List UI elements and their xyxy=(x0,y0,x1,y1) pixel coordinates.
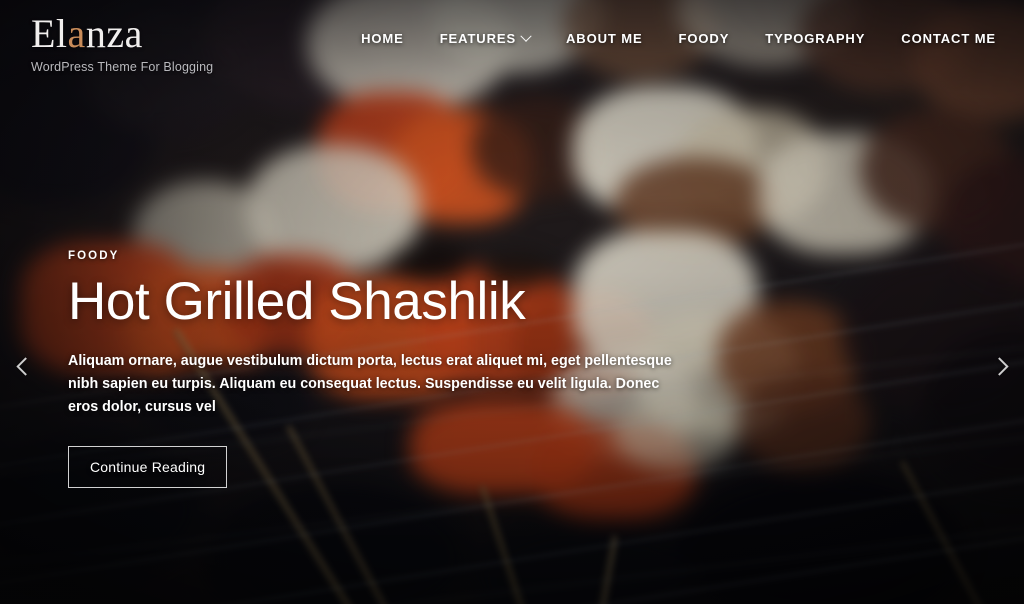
nav-item-home[interactable]: HOME xyxy=(343,31,422,46)
continue-reading-button[interactable]: Continue Reading xyxy=(68,445,228,488)
slide-content: FOODY Hot Grilled Shashlik Aliquam ornar… xyxy=(68,250,708,488)
logo-part-2: nza xyxy=(85,11,143,56)
site-logo[interactable]: Elanza xyxy=(31,14,213,54)
chevron-down-icon xyxy=(520,30,532,42)
nav-item-label: ABOUT ME xyxy=(566,31,643,46)
slide-excerpt: Aliquam ornare, augue vestibulum dictum … xyxy=(68,353,672,416)
chevron-right-icon xyxy=(989,356,1009,376)
slider-next-button[interactable] xyxy=(984,349,1018,383)
nav-item-about-me[interactable]: ABOUT ME xyxy=(548,31,661,46)
hero-slider: Elanza WordPress Theme For Blogging HOME… xyxy=(0,0,1024,604)
main-navigation: HOME FEATURES ABOUT ME FOODY TYPOGRAPHY CONTA… xyxy=(343,30,996,46)
nav-item-foody[interactable]: FOODY xyxy=(661,31,748,46)
nav-item-label: FEATURES xyxy=(439,31,517,46)
nav-item-features[interactable]: FEATURES xyxy=(422,30,548,46)
nav-item-label: HOME xyxy=(361,31,404,46)
nav-item-contact-me[interactable]: CONTACT ME xyxy=(883,31,996,46)
logo-part-1: El xyxy=(31,11,68,56)
logo-accent-letter: a xyxy=(67,11,86,56)
nav-item-label: CONTACT ME xyxy=(901,31,996,46)
slider-prev-button[interactable] xyxy=(6,349,40,383)
nav-item-label: FOODY xyxy=(678,31,730,46)
brand[interactable]: Elanza WordPress Theme For Blogging xyxy=(31,14,214,75)
site-tagline: WordPress Theme For Blogging xyxy=(31,60,214,74)
site-header: Elanza WordPress Theme For Blogging HOME… xyxy=(0,0,1024,84)
nav-item-typography[interactable]: TYPOGRAPHY xyxy=(747,31,883,46)
nav-item-label: TYPOGRAPHY xyxy=(765,31,866,46)
chevron-left-icon xyxy=(15,356,35,376)
slide-category-label[interactable]: FOODY xyxy=(68,250,708,262)
slide-title: Hot Grilled Shashlik xyxy=(68,272,526,331)
